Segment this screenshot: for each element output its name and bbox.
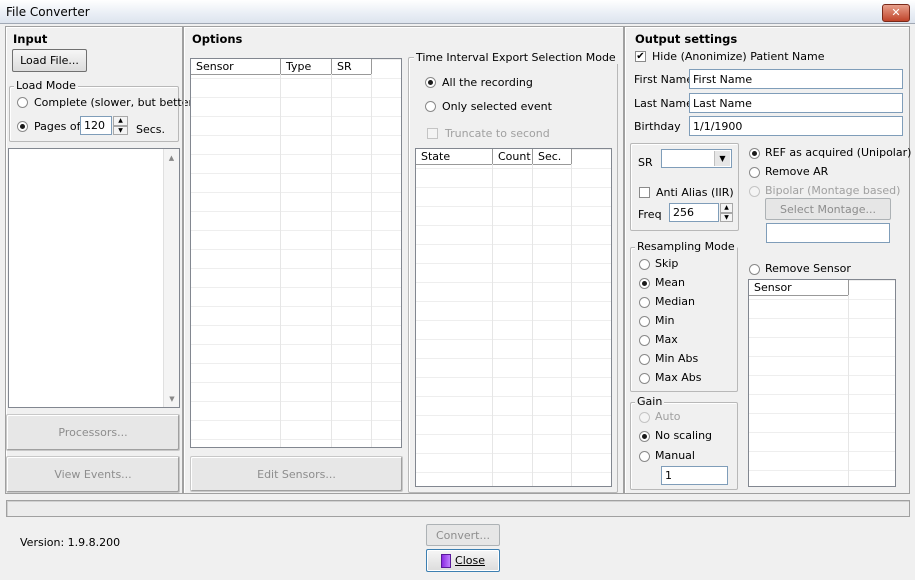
- sensor-grid-header: Sensor Type SR: [191, 59, 372, 75]
- input-file-list[interactable]: ▲ ▼: [8, 148, 180, 408]
- gain-manual-input[interactable]: 1: [661, 466, 728, 485]
- gain-no-scaling-label: No scaling: [655, 429, 713, 442]
- bipolar-label: Bipolar (Montage based): [765, 184, 901, 197]
- sr-select[interactable]: ▼: [661, 149, 732, 168]
- truncate-label: Truncate to second: [445, 127, 550, 140]
- load-file-button[interactable]: Load File...: [12, 49, 87, 72]
- convert-button[interactable]: Convert...: [426, 524, 500, 546]
- bipolar-radio[interactable]: [749, 186, 760, 197]
- title-bar: File Converter ✕: [0, 0, 915, 24]
- first-name-label: First Name: [634, 73, 694, 86]
- ref-unipolar-radio[interactable]: [749, 148, 760, 159]
- input-list-scrollbar[interactable]: ▲ ▼: [163, 149, 179, 407]
- sensor-col-header[interactable]: Sensor: [191, 59, 281, 74]
- window-title: File Converter: [6, 5, 90, 19]
- chevron-down-icon[interactable]: ▼: [714, 151, 730, 166]
- scroll-up-icon[interactable]: ▲: [164, 154, 179, 162]
- scroll-down-icon[interactable]: ▼: [164, 395, 180, 403]
- resample-min-abs-radio[interactable]: [639, 354, 650, 365]
- remove-sensor-radio[interactable]: [749, 264, 760, 275]
- resample-median-label: Median: [655, 295, 696, 308]
- resample-mean-radio[interactable]: [639, 278, 650, 289]
- freq-input[interactable]: 256: [669, 203, 719, 222]
- all-recording-label: All the recording: [442, 76, 533, 89]
- close-label: Close: [455, 554, 485, 567]
- remove-sensor-grid[interactable]: Sensor: [748, 279, 896, 487]
- sr-col-header[interactable]: SR: [332, 59, 372, 74]
- remove-ar-label: Remove AR: [765, 165, 829, 178]
- input-header: Input: [13, 32, 48, 46]
- freq-spin-down[interactable]: ▼: [720, 213, 733, 222]
- resample-min-radio[interactable]: [639, 316, 650, 327]
- view-events-button[interactable]: View Events...: [6, 456, 180, 493]
- progress-bar: [6, 500, 910, 517]
- only-selected-radio[interactable]: [425, 101, 436, 112]
- processors-button[interactable]: Processors...: [6, 414, 180, 451]
- time-interval-label: Time Interval Export Selection Mode: [414, 51, 618, 64]
- pages-spin-down[interactable]: ▼: [113, 126, 128, 135]
- resampling-label: Resampling Mode: [635, 240, 737, 253]
- load-mode-label: Load Mode: [14, 79, 78, 92]
- birthday-label: Birthday: [634, 120, 681, 133]
- freq-spin-up[interactable]: ▲: [720, 203, 733, 213]
- hide-patient-label: Hide (Anonimize) Patient Name: [652, 50, 825, 63]
- ref-unipolar-label: REF as acquired (Unipolar): [765, 146, 912, 159]
- all-recording-radio[interactable]: [425, 77, 436, 88]
- first-name-input[interactable]: First Name: [689, 69, 903, 89]
- select-montage-button[interactable]: Select Montage...: [765, 198, 891, 220]
- state-col-header[interactable]: State: [416, 149, 493, 164]
- gain-manual-radio[interactable]: [639, 451, 650, 462]
- close-button[interactable]: Close: [426, 549, 500, 572]
- resample-max-label: Max: [655, 333, 678, 346]
- options-header: Options: [192, 32, 243, 46]
- montage-input[interactable]: [766, 223, 890, 243]
- resample-skip-label: Skip: [655, 257, 679, 270]
- hide-patient-checkbox[interactable]: ✔: [635, 51, 646, 62]
- complete-radio[interactable]: [17, 97, 28, 108]
- truncate-checkbox[interactable]: [427, 128, 438, 139]
- complete-label: Complete (slower, but better): [34, 96, 198, 109]
- pages-of-radio[interactable]: [17, 121, 28, 132]
- remove-sensor-grid-header: Sensor: [749, 280, 849, 296]
- pages-of-label: Pages of: [34, 120, 81, 133]
- version-label: Version: 1.9.8.200: [20, 536, 121, 549]
- state-grid-header: State Count Sec.: [416, 149, 572, 165]
- resample-max-abs-label: Max Abs: [655, 371, 702, 384]
- anti-alias-checkbox[interactable]: [639, 187, 650, 198]
- resample-skip-radio[interactable]: [639, 259, 650, 270]
- gain-no-scaling-radio[interactable]: [639, 431, 650, 442]
- door-icon: [441, 553, 452, 568]
- window-close-button[interactable]: ✕: [882, 4, 910, 22]
- last-name-label: Last Name: [634, 97, 693, 110]
- gain-auto-label: Auto: [655, 410, 681, 423]
- pages-spin-up[interactable]: ▲: [113, 116, 128, 126]
- output-header: Output settings: [635, 32, 738, 46]
- resample-max-abs-radio[interactable]: [639, 373, 650, 384]
- resample-mean-label: Mean: [655, 276, 685, 289]
- remove-ar-radio[interactable]: [749, 167, 760, 178]
- count-col-header[interactable]: Count: [493, 149, 533, 164]
- edit-sensors-button[interactable]: Edit Sensors...: [190, 456, 403, 492]
- type-col-header[interactable]: Type: [281, 59, 332, 74]
- birthday-input[interactable]: 1/1/1900: [689, 116, 903, 136]
- resample-min-label: Min: [655, 314, 675, 327]
- remove-sensor-label: Remove Sensor: [765, 262, 851, 275]
- sr-label: SR: [638, 156, 653, 169]
- resample-max-radio[interactable]: [639, 335, 650, 346]
- only-selected-label: Only selected event: [442, 100, 552, 113]
- pages-input[interactable]: 120: [80, 116, 112, 135]
- last-name-input[interactable]: Last Name: [689, 93, 903, 113]
- freq-label: Freq: [638, 208, 662, 221]
- remove-sensor-col-header[interactable]: Sensor: [749, 280, 849, 295]
- gain-auto-radio[interactable]: [639, 412, 650, 423]
- secs-label: Secs.: [136, 123, 166, 136]
- sensor-grid[interactable]: Sensor Type SR: [190, 58, 402, 448]
- state-grid[interactable]: State Count Sec.: [415, 148, 612, 487]
- gain-manual-label: Manual: [655, 449, 695, 462]
- sec-col-header[interactable]: Sec.: [533, 149, 572, 164]
- resample-min-abs-label: Min Abs: [655, 352, 699, 365]
- gain-label: Gain: [635, 395, 665, 408]
- resample-median-radio[interactable]: [639, 297, 650, 308]
- anti-alias-label: Anti Alias (IIR): [656, 186, 734, 199]
